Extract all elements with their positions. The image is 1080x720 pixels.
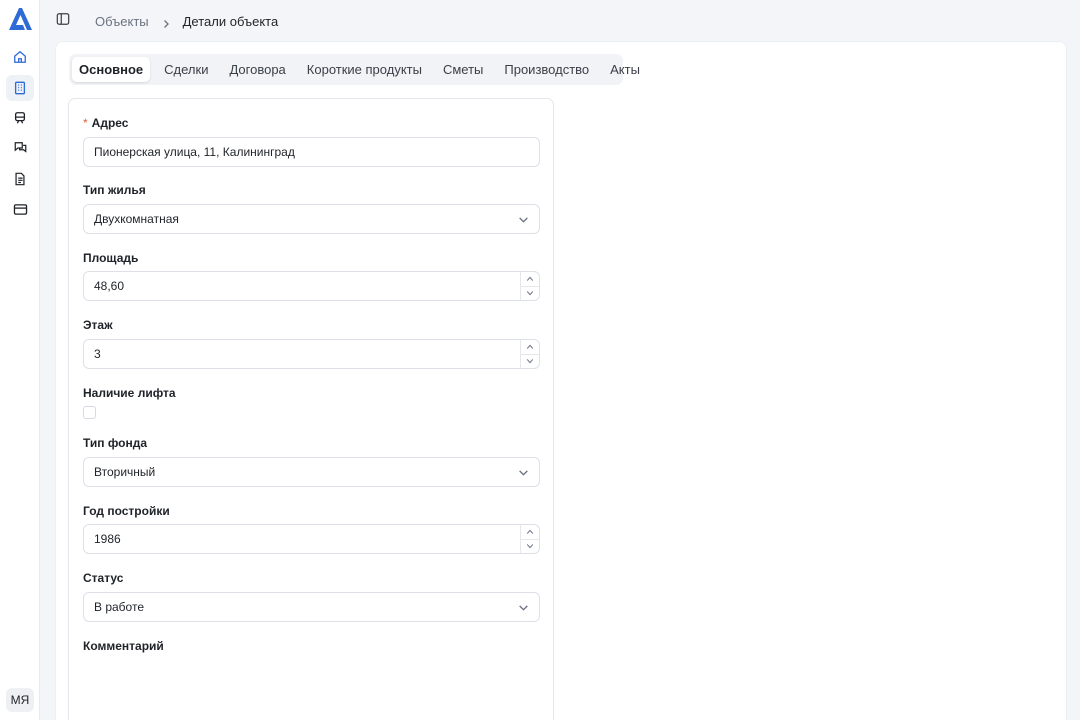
tab-contracts[interactable]: Договора: [222, 57, 292, 82]
breadcrumb: Объекты Детали объекта: [95, 14, 278, 29]
tab-bar: Основное Сделки Договора Короткие продук…: [69, 54, 640, 85]
tab-estimates[interactable]: Сметы: [436, 57, 490, 82]
area-label: Площадь: [83, 251, 139, 265]
fund-type-select[interactable]: Вторичный: [83, 457, 540, 487]
decrement-button[interactable]: [521, 285, 539, 301]
nav-transport[interactable]: [6, 105, 34, 131]
tab-acts[interactable]: Акты: [603, 57, 647, 82]
housing-type-select[interactable]: Двухкомнатная: [83, 204, 540, 234]
chevron-down-icon: [518, 214, 529, 225]
nav-objects[interactable]: [6, 75, 34, 101]
tab-main[interactable]: Основное: [72, 57, 151, 82]
area-stepper: [520, 272, 539, 300]
chevron-up-icon: [526, 529, 534, 534]
area-input[interactable]: 48,60: [83, 271, 540, 301]
chevron-down-icon: [526, 359, 534, 364]
floor-input[interactable]: 3: [83, 339, 540, 369]
status-label: Статус: [83, 571, 124, 585]
chevron-up-icon: [526, 276, 534, 281]
home-icon: [14, 50, 26, 63]
build-year-input[interactable]: 1986: [83, 524, 540, 554]
card-icon: [13, 203, 27, 215]
tab-deals[interactable]: Сделки: [157, 57, 215, 82]
app-logo-icon[interactable]: [6, 6, 34, 32]
nav-home[interactable]: [6, 44, 34, 70]
increment-button[interactable]: [521, 272, 539, 286]
housing-type-label: Тип жилья: [83, 183, 146, 197]
decrement-button[interactable]: [521, 538, 539, 554]
build-year-label: Год постройки: [83, 504, 170, 518]
object-form: * Адрес Пионерская улица, 11, Калининград…: [68, 98, 554, 720]
chevron-up-icon: [526, 344, 534, 349]
build-year-stepper: [520, 525, 539, 553]
breadcrumb-objects-link[interactable]: Объекты: [95, 14, 149, 29]
tab-production[interactable]: Производство: [497, 57, 596, 82]
tab-short-products[interactable]: Короткие продукты: [300, 57, 429, 82]
elevator-checkbox[interactable]: [83, 406, 96, 419]
icon-rail: МЯ: [0, 0, 40, 720]
chevron-right-icon: [161, 17, 171, 28]
address-input[interactable]: Пионерская улица, 11, Калининград: [83, 137, 540, 167]
main-panel: Основное Сделки Договора Короткие продук…: [55, 41, 1067, 720]
chevron-down-icon: [526, 544, 534, 549]
comment-label: Комментарий: [83, 639, 164, 653]
chevron-down-icon: [518, 467, 529, 478]
chevron-down-icon: [518, 602, 529, 613]
train-icon: [14, 112, 26, 124]
chat-icon: [14, 142, 26, 153]
status-select[interactable]: В работе: [83, 592, 540, 622]
increment-button[interactable]: [521, 525, 539, 539]
elevator-label: Наличие лифта: [83, 386, 176, 400]
fund-type-label: Тип фонда: [83, 436, 148, 450]
chevron-down-icon: [526, 291, 534, 296]
avatar[interactable]: МЯ: [6, 688, 34, 712]
increment-button[interactable]: [521, 340, 539, 354]
sidebar-panel-icon: [56, 13, 70, 25]
topbar: Объекты Детали объекта: [40, 0, 1080, 42]
decrement-button[interactable]: [521, 353, 539, 369]
floor-label: Этаж: [83, 318, 113, 332]
document-icon: [15, 172, 25, 186]
nav-messages[interactable]: [6, 135, 34, 161]
floor-stepper: [520, 340, 539, 368]
nav-documents[interactable]: [6, 166, 34, 192]
nav-payments[interactable]: [6, 196, 34, 222]
building-icon: [14, 81, 26, 95]
page-title: Детали объекта: [182, 14, 279, 29]
address-label: * Адрес: [83, 116, 129, 130]
required-mark: *: [83, 116, 88, 130]
sidebar-toggle-button[interactable]: [56, 12, 72, 28]
